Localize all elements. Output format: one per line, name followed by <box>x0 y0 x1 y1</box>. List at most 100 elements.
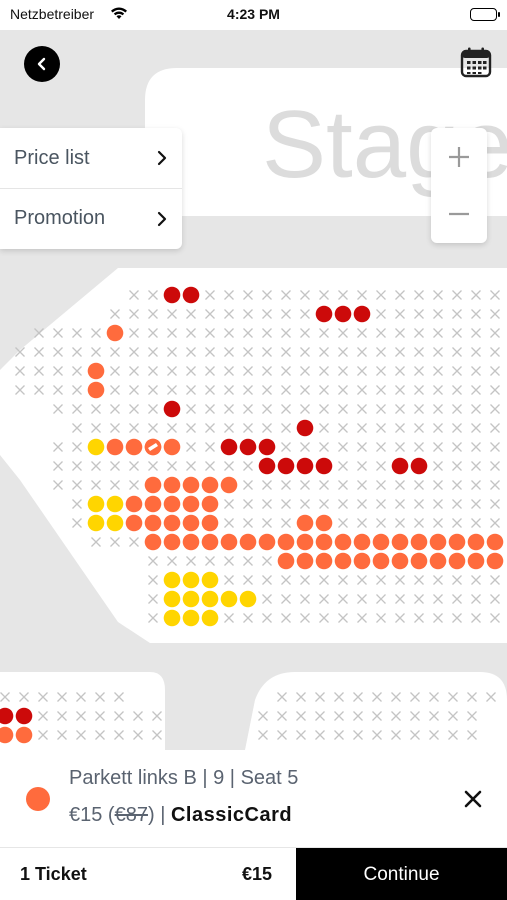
seat-available[interactable] <box>448 552 466 570</box>
ticket-count: 1 Ticket <box>20 864 87 884</box>
seat-available[interactable] <box>163 495 181 513</box>
seat-available[interactable] <box>201 590 219 608</box>
seat-available[interactable] <box>296 533 314 551</box>
seat-available[interactable] <box>15 707 33 725</box>
seat-available[interactable] <box>258 438 276 456</box>
seat-available[interactable] <box>391 552 409 570</box>
seat-available[interactable] <box>144 514 162 532</box>
seat-available[interactable] <box>467 533 485 551</box>
seat-available[interactable] <box>220 590 238 608</box>
seat-available[interactable] <box>372 533 390 551</box>
seat-available[interactable] <box>144 495 162 513</box>
seat-available[interactable] <box>353 305 371 323</box>
seat-available[interactable] <box>106 514 124 532</box>
seat-available[interactable] <box>239 533 257 551</box>
seat-available[interactable] <box>410 533 428 551</box>
seat-available[interactable] <box>258 457 276 475</box>
seat-available[interactable] <box>182 514 200 532</box>
seat-available[interactable] <box>163 400 181 418</box>
seat-available[interactable] <box>239 438 257 456</box>
seat-available[interactable] <box>372 552 390 570</box>
seat-available[interactable] <box>201 571 219 589</box>
seat-available[interactable] <box>106 438 124 456</box>
seat-available[interactable] <box>296 514 314 532</box>
seat-available[interactable] <box>182 571 200 589</box>
seat-available[interactable] <box>182 609 200 627</box>
seat-available[interactable] <box>220 438 238 456</box>
seat-available[interactable] <box>163 571 181 589</box>
seat-available[interactable] <box>334 305 352 323</box>
seat-available[interactable] <box>410 552 428 570</box>
price-list-item[interactable]: Price list <box>0 128 182 188</box>
seat-available[interactable] <box>296 552 314 570</box>
zoom-out-button[interactable] <box>431 185 487 242</box>
promotion-item[interactable]: Promotion <box>0 188 182 248</box>
seat-available[interactable] <box>467 552 485 570</box>
seat-available[interactable] <box>448 533 466 551</box>
seat-available[interactable] <box>391 533 409 551</box>
seat-available[interactable] <box>353 533 371 551</box>
seat-available[interactable] <box>163 286 181 304</box>
seat-available[interactable] <box>220 476 238 494</box>
seat-available[interactable] <box>163 438 181 456</box>
original-price: €87 <box>114 804 148 826</box>
seat-available[interactable] <box>201 533 219 551</box>
seat-available[interactable] <box>87 438 105 456</box>
seat-available[interactable] <box>125 495 143 513</box>
seat-available[interactable] <box>182 476 200 494</box>
seat-available[interactable] <box>144 476 162 494</box>
seat-available[interactable] <box>201 609 219 627</box>
seat-available[interactable] <box>201 514 219 532</box>
seat-available[interactable] <box>87 381 105 399</box>
seat-available[interactable] <box>182 533 200 551</box>
seat-available[interactable] <box>239 590 257 608</box>
seat-available[interactable] <box>87 514 105 532</box>
seat-available[interactable] <box>353 552 371 570</box>
seat-available[interactable] <box>125 438 143 456</box>
seat-available[interactable] <box>486 552 504 570</box>
seat-available[interactable] <box>277 552 295 570</box>
seat-available[interactable] <box>391 457 409 475</box>
seat-available[interactable] <box>277 457 295 475</box>
seat-available[interactable] <box>182 286 200 304</box>
seat-available[interactable] <box>87 362 105 380</box>
seat-available[interactable] <box>258 533 276 551</box>
seat-available[interactable] <box>315 552 333 570</box>
current-price: €15 <box>69 804 103 826</box>
status-bar: Netzbetreiber 4:23 PM <box>0 0 507 30</box>
calendar-button[interactable] <box>460 46 492 78</box>
seat-available[interactable] <box>201 495 219 513</box>
seat-available[interactable] <box>163 590 181 608</box>
seat-available[interactable] <box>106 495 124 513</box>
seat-available[interactable] <box>87 495 105 513</box>
seat-available[interactable] <box>315 305 333 323</box>
seat-available[interactable] <box>220 533 238 551</box>
seat-available[interactable] <box>163 533 181 551</box>
seat-available[interactable] <box>106 324 124 342</box>
back-button[interactable] <box>24 46 60 82</box>
seat-available[interactable] <box>163 514 181 532</box>
remove-seat-button[interactable] <box>460 786 486 812</box>
seat-available[interactable] <box>182 590 200 608</box>
seat-available[interactable] <box>15 726 33 744</box>
seat-available[interactable] <box>201 476 219 494</box>
continue-button[interactable]: Continue <box>296 848 507 900</box>
seat-available[interactable] <box>296 419 314 437</box>
seat-available[interactable] <box>315 533 333 551</box>
seat-available[interactable] <box>315 457 333 475</box>
seat-available[interactable] <box>163 609 181 627</box>
seat-available[interactable] <box>429 533 447 551</box>
seat-available[interactable] <box>334 533 352 551</box>
seat-available[interactable] <box>144 533 162 551</box>
seat-available[interactable] <box>315 514 333 532</box>
seat-available[interactable] <box>410 457 428 475</box>
zoom-in-button[interactable] <box>431 128 487 185</box>
seat-available[interactable] <box>182 495 200 513</box>
seat-available[interactable] <box>486 533 504 551</box>
seat-available[interactable] <box>125 514 143 532</box>
seat-available[interactable] <box>296 457 314 475</box>
seat-available[interactable] <box>334 552 352 570</box>
seat-available[interactable] <box>429 552 447 570</box>
seat-available[interactable] <box>277 533 295 551</box>
seat-available[interactable] <box>163 476 181 494</box>
